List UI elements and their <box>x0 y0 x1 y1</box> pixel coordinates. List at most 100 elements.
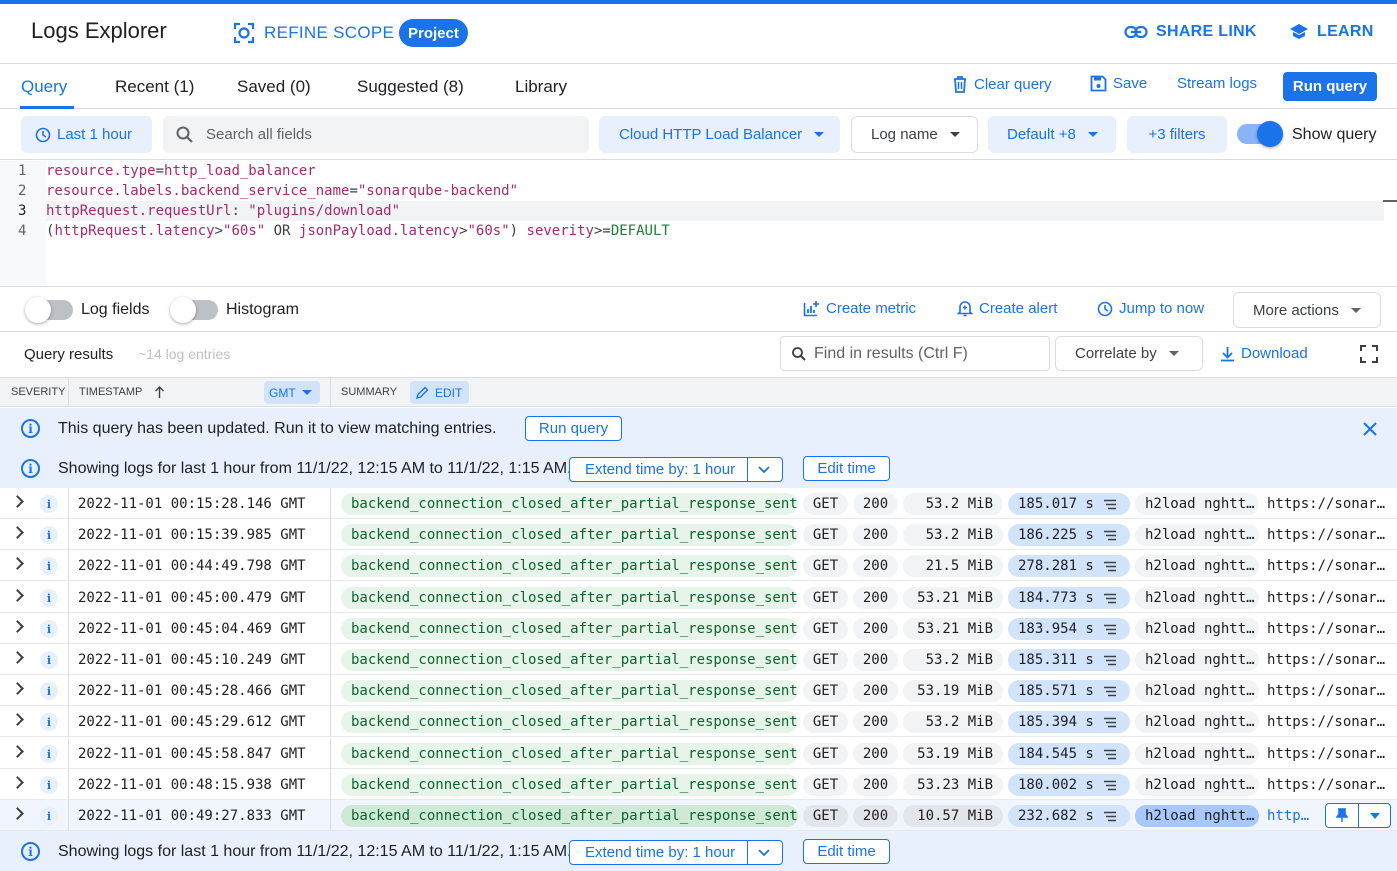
extend-time-split-button[interactable]: Extend time by: 1 hour <box>569 457 783 482</box>
status-code-chip[interactable]: 200 <box>853 649 898 671</box>
status-code-chip[interactable]: 200 <box>853 711 898 733</box>
method-chip[interactable]: GET <box>803 805 848 827</box>
response-size-chip[interactable]: 53.21 MiB <box>903 587 1003 609</box>
response-size-chip[interactable]: 10.57 MiB <box>903 805 1003 827</box>
latency-chip[interactable]: 232.682 s <box>1008 805 1130 827</box>
log-entry-row[interactable]: i 2022-11-01 00:45:29.612 GMT backend_conn… <box>0 706 1397 737</box>
status-code-chip[interactable]: 200 <box>853 555 898 577</box>
log-entry-row[interactable]: i 2022-11-01 00:48:15.938 GMT backend_conn… <box>0 769 1397 800</box>
close-icon[interactable] <box>1362 421 1378 437</box>
find-in-results-input[interactable]: Find in results (Ctrl F) <box>780 336 1050 371</box>
expand-chevron-icon[interactable] <box>11 589 24 602</box>
status-code-chip[interactable]: 200 <box>853 743 898 765</box>
run-query-button[interactable]: Run query <box>1283 72 1377 101</box>
histogram-toggle[interactable] <box>170 297 218 323</box>
learn-button[interactable]: LEARN <box>1289 23 1374 41</box>
extend-time-split-button[interactable]: Extend time by: 1 hour <box>569 840 783 865</box>
response-size-chip[interactable]: 53.21 MiB <box>903 618 1003 640</box>
status-code-chip[interactable]: 200 <box>853 774 898 796</box>
log-entry-row[interactable]: i 2022-11-01 00:45:58.847 GMT backend_conn… <box>0 738 1397 769</box>
more-filters-chip[interactable]: +3 filters <box>1127 116 1227 153</box>
request-url[interactable]: https://sonar… <box>1267 652 1397 668</box>
status-details-chip[interactable]: backend_connection_closed_after_partial_… <box>341 711 798 733</box>
method-chip[interactable]: GET <box>803 555 848 577</box>
user-agent-chip[interactable]: h2load nghtt… <box>1135 587 1259 609</box>
log-fields-toggle[interactable] <box>25 297 73 323</box>
log-entry-row[interactable]: i 2022-11-01 00:45:10.249 GMT backend_conn… <box>0 644 1397 675</box>
fullscreen-icon[interactable] <box>1360 345 1378 363</box>
tab-library[interactable]: Library <box>515 77 567 97</box>
status-details-chip[interactable]: backend_connection_closed_after_partial_… <box>341 555 798 577</box>
more-actions-dropdown[interactable]: More actions <box>1233 292 1381 328</box>
status-code-chip[interactable]: 200 <box>853 524 898 546</box>
chevron-down-icon[interactable] <box>758 466 770 474</box>
download-button[interactable]: Download <box>1220 345 1308 362</box>
expand-chevron-icon[interactable] <box>11 682 24 695</box>
request-url[interactable]: https://sonar… <box>1267 590 1397 606</box>
request-url[interactable]: https://sonar… <box>1267 558 1397 574</box>
user-agent-chip[interactable]: h2load nghtt… <box>1135 711 1259 733</box>
status-details-chip[interactable]: backend_connection_closed_after_partial_… <box>341 805 798 827</box>
severity-dropdown[interactable]: Default +8 <box>988 116 1116 153</box>
status-details-chip[interactable]: backend_connection_closed_after_partial_… <box>341 618 798 640</box>
user-agent-chip[interactable]: h2load nghtt… <box>1135 618 1259 640</box>
expand-chevron-icon[interactable] <box>11 495 24 508</box>
status-details-chip[interactable]: backend_connection_closed_after_partial_… <box>341 524 798 546</box>
stream-logs-button[interactable]: Stream logs <box>1177 75 1257 92</box>
status-code-chip[interactable]: 200 <box>853 587 898 609</box>
log-name-dropdown[interactable]: Log name <box>851 116 978 153</box>
create-metric-button[interactable]: Create metric <box>803 300 916 317</box>
show-query-toggle[interactable] <box>1237 121 1283 147</box>
status-details-chip[interactable]: backend_connection_closed_after_partial_… <box>341 493 798 515</box>
status-details-chip[interactable]: backend_connection_closed_after_partial_… <box>341 743 798 765</box>
latency-chip[interactable]: 184.773 s <box>1008 587 1130 609</box>
tab-suggested[interactable]: Suggested (8) <box>357 77 464 97</box>
expand-chevron-icon[interactable] <box>11 776 24 789</box>
tab-query[interactable]: Query <box>21 77 67 97</box>
request-url[interactable]: https://sonar… <box>1267 714 1397 730</box>
user-agent-chip[interactable]: h2load nghtt… <box>1135 743 1259 765</box>
expand-chevron-icon[interactable] <box>11 651 24 664</box>
status-code-chip[interactable]: 200 <box>853 680 898 702</box>
log-entry-row[interactable]: i 2022-11-01 00:15:39.985 GMT backend_conn… <box>0 519 1397 550</box>
response-size-chip[interactable]: 53.2 MiB <box>903 524 1003 546</box>
time-range-picker[interactable]: Last 1 hour <box>21 116 152 153</box>
expand-chevron-icon[interactable] <box>11 713 24 726</box>
caret-down-icon[interactable] <box>1369 812 1381 820</box>
refine-scope-button[interactable]: REFINE SCOPE <box>232 21 394 45</box>
status-details-chip[interactable]: backend_connection_closed_after_partial_… <box>341 774 798 796</box>
search-all-fields-input[interactable]: Search all fields <box>163 116 589 153</box>
method-chip[interactable]: GET <box>803 680 848 702</box>
response-size-chip[interactable]: 53.2 MiB <box>903 649 1003 671</box>
sort-arrow-up-icon[interactable] <box>154 385 165 399</box>
edit-time-button[interactable]: Edit time <box>803 456 890 481</box>
method-chip[interactable]: GET <box>803 618 848 640</box>
user-agent-chip[interactable]: h2load nghtt… <box>1135 805 1259 827</box>
create-alert-button[interactable]: Create alert <box>957 300 1057 317</box>
latency-chip[interactable]: 180.002 s <box>1008 774 1130 796</box>
status-details-chip[interactable]: backend_connection_closed_after_partial_… <box>341 587 798 609</box>
response-size-chip[interactable]: 53.19 MiB <box>903 680 1003 702</box>
method-chip[interactable]: GET <box>803 524 848 546</box>
response-size-chip[interactable]: 53.23 MiB <box>903 774 1003 796</box>
method-chip[interactable]: GET <box>803 774 848 796</box>
latency-chip[interactable]: 186.225 s <box>1008 524 1130 546</box>
share-link-button[interactable]: SHARE LINK <box>1124 23 1257 41</box>
request-url[interactable]: https://sonar… <box>1267 746 1397 762</box>
edit-time-button[interactable]: Edit time <box>803 839 890 864</box>
log-entry-row[interactable]: i 2022-11-01 00:45:28.466 GMT backend_conn… <box>0 675 1397 706</box>
resource-dropdown[interactable]: Cloud HTTP Load Balancer <box>599 116 840 153</box>
expand-chevron-icon[interactable] <box>11 557 24 570</box>
response-size-chip[interactable]: 53.19 MiB <box>903 743 1003 765</box>
latency-chip[interactable]: 278.281 s <box>1008 555 1130 577</box>
user-agent-chip[interactable]: h2load nghtt… <box>1135 774 1259 796</box>
log-entry-row[interactable]: i 2022-11-01 00:49:27.833 GMT backend_conn… <box>0 800 1397 831</box>
method-chip[interactable]: GET <box>803 649 848 671</box>
status-code-chip[interactable]: 200 <box>853 805 898 827</box>
latency-chip[interactable]: 185.571 s <box>1008 680 1130 702</box>
latency-chip[interactable]: 185.311 s <box>1008 649 1130 671</box>
log-entry-row[interactable]: i 2022-11-01 00:45:00.479 GMT backend_conn… <box>0 582 1397 613</box>
log-entry-row[interactable]: i 2022-11-01 00:45:04.469 GMT backend_conn… <box>0 613 1397 644</box>
status-code-chip[interactable]: 200 <box>853 493 898 515</box>
tab-recent[interactable]: Recent (1) <box>115 77 194 97</box>
